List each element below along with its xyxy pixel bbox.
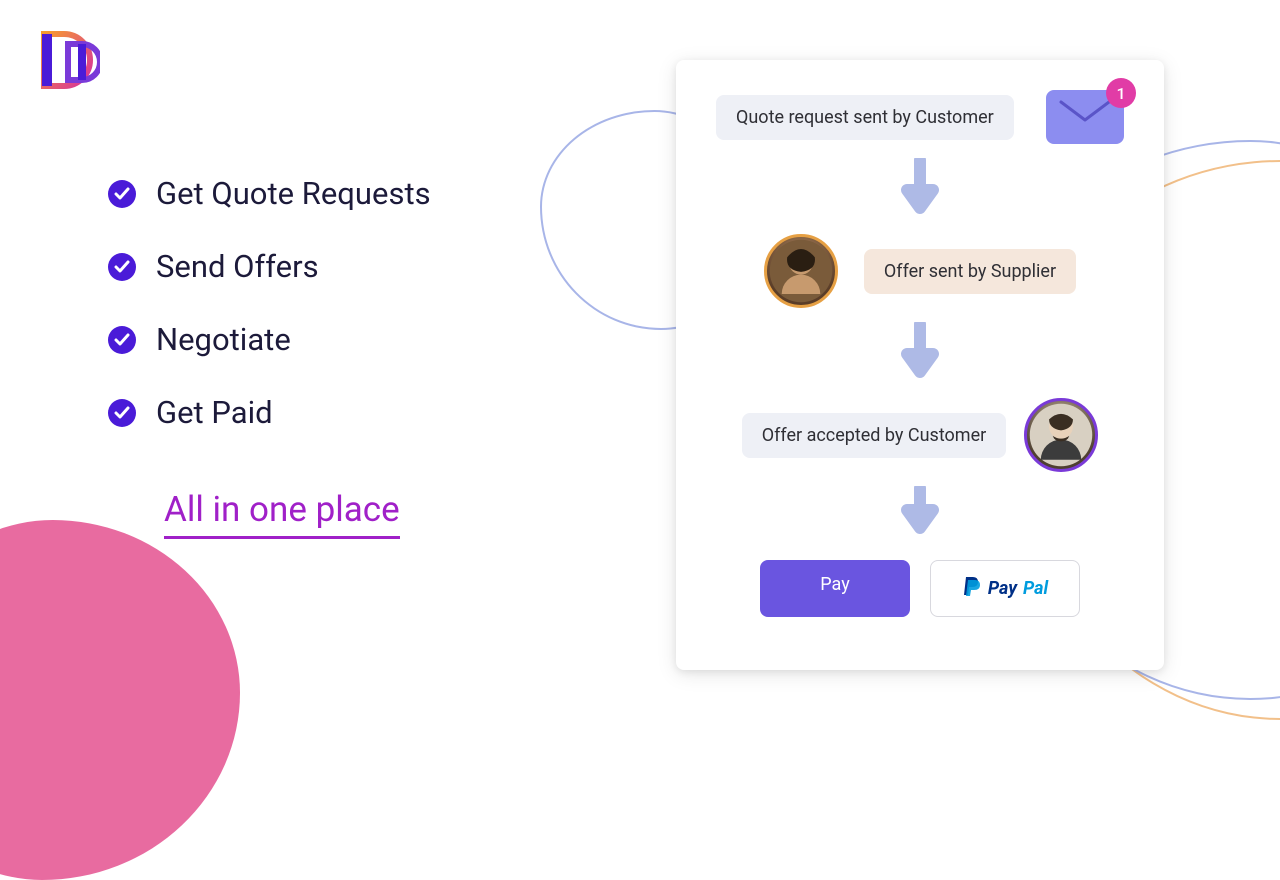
step-offer-accepted: Offer accepted by Customer <box>742 413 1006 458</box>
feature-item: Negotiate <box>108 321 431 358</box>
feature-item: Get Paid <box>108 394 431 431</box>
arrow-down-icon <box>901 322 939 384</box>
check-circle-icon <box>108 326 136 354</box>
workflow-card: Quote request sent by Customer 1 Offer s… <box>676 60 1164 670</box>
arrow-down-icon <box>901 486 939 540</box>
check-circle-icon <box>108 399 136 427</box>
app-logo <box>32 26 100 94</box>
notification-badge: 1 <box>1106 78 1136 108</box>
supplier-avatar <box>764 234 838 308</box>
feature-list: Get Quote Requests Send Offers Negotiate… <box>108 175 431 539</box>
decorative-blob-pink <box>0 520 240 880</box>
feature-label: Get Quote Requests <box>156 175 431 212</box>
check-circle-icon <box>108 253 136 281</box>
customer-avatar <box>1024 398 1098 472</box>
notification-envelope[interactable]: 1 <box>1046 90 1124 144</box>
check-circle-icon <box>108 180 136 208</box>
arrow-down-icon <box>901 158 939 220</box>
feature-label: Send Offers <box>156 248 319 285</box>
paypal-text-pal: Pal <box>1023 578 1048 599</box>
feature-label: Negotiate <box>156 321 291 358</box>
step-quote-request: Quote request sent by Customer <box>716 95 1014 140</box>
feature-item: Send Offers <box>108 248 431 285</box>
paypal-logo-icon <box>962 575 982 602</box>
feature-item: Get Quote Requests <box>108 175 431 212</box>
paypal-text-pay: Pay <box>988 578 1017 599</box>
pay-button[interactable]: Pay <box>760 560 910 617</box>
step-offer-sent: Offer sent by Supplier <box>864 249 1076 294</box>
feature-label: Get Paid <box>156 394 273 431</box>
tagline: All in one place <box>164 489 400 539</box>
paypal-button[interactable]: Pay Pal <box>930 560 1080 617</box>
